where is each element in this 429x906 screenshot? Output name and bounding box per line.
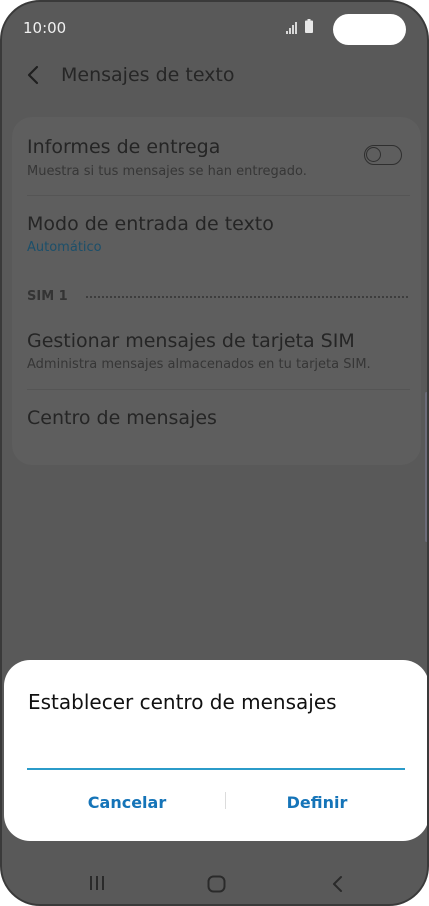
dialog-title: Establecer centro de mensajes — [28, 690, 337, 714]
toggle-knob — [366, 147, 381, 162]
back-icon[interactable] — [331, 875, 343, 893]
page-title: Mensajes de texto — [61, 64, 235, 86]
delivery-reports-toggle[interactable] — [364, 145, 402, 165]
home-icon[interactable] — [207, 875, 226, 893]
define-button[interactable]: Definir — [222, 784, 412, 820]
setting-subtitle: Administra mensajes almacenados en tu ta… — [27, 357, 371, 372]
chevron-left-icon[interactable] — [24, 64, 42, 86]
app-header: Mensajes de texto — [2, 54, 427, 98]
setting-title: Informes de entrega — [27, 136, 221, 158]
divider — [27, 389, 410, 390]
setting-subtitle: Muestra si tus mensajes se han entregado… — [27, 164, 307, 179]
side-key — [425, 392, 427, 542]
setting-title: Centro de mensajes — [27, 407, 217, 429]
cancel-button[interactable]: Cancelar — [32, 784, 222, 820]
navigation-bar — [2, 858, 427, 904]
message-center-dialog: Establecer centro de mensajes Cancelar D… — [4, 660, 427, 841]
section-divider — [86, 296, 408, 298]
phone-screen: 10:00 Mensajes de texto Informes de entr… — [0, 0, 429, 906]
section-label-sim1: SIM 1 — [27, 289, 68, 304]
signal-icon — [286, 22, 297, 34]
recents-icon[interactable] — [88, 875, 106, 891]
setting-value: Automático — [27, 240, 102, 255]
setting-title: Modo de entrada de texto — [27, 213, 274, 235]
status-bar: 10:00 — [2, 2, 427, 54]
message-center-input[interactable] — [27, 740, 405, 770]
divider — [27, 195, 410, 196]
camera-cutout — [333, 14, 406, 45]
status-time: 10:00 — [23, 19, 67, 37]
battery-icon — [305, 19, 313, 33]
setting-title: Gestionar mensajes de tarjeta SIM — [27, 330, 355, 352]
